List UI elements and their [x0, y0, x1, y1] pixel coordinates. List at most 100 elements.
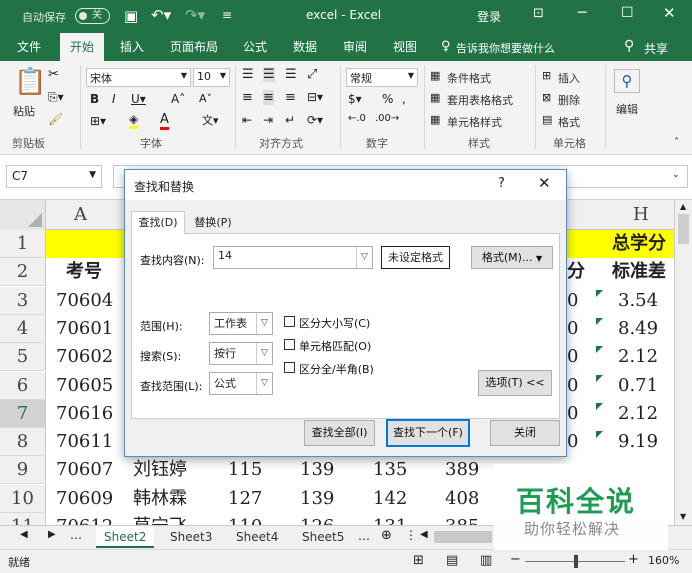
row-header[interactable]: 4: [0, 314, 46, 343]
underline-icon[interactable]: U▾: [131, 92, 146, 106]
tab-formulas[interactable]: 公式: [239, 33, 271, 61]
decrease-decimal-icon[interactable]: .00→: [375, 113, 399, 124]
tab-replace[interactable]: 替换(P): [188, 213, 238, 234]
row-header[interactable]: 2: [0, 258, 46, 287]
tab-view[interactable]: 视图: [389, 33, 421, 61]
scroll-thumb[interactable]: [678, 214, 689, 244]
sheet-tab-sheet5[interactable]: Sheet5: [294, 526, 352, 548]
find-what-input[interactable]: 14 ▽: [213, 246, 373, 269]
cell-h6[interactable]: 0.71: [618, 372, 658, 400]
fill-color-icon[interactable]: ◈: [129, 112, 139, 129]
format-painter-icon[interactable]: 🖌: [48, 112, 63, 126]
scroll-down-icon[interactable]: ▼: [680, 512, 686, 521]
conditional-format-icon[interactable]: ▦: [430, 69, 440, 82]
format-cells-button[interactable]: 格式: [558, 114, 580, 130]
cell-a7[interactable]: 70616: [56, 400, 113, 428]
row-header[interactable]: 9: [0, 456, 46, 485]
delete-cells-icon[interactable]: ⊠: [542, 91, 551, 104]
chevron-down-icon[interactable]: ▽: [256, 373, 272, 394]
align-left-icon[interactable]: ≡: [242, 90, 253, 105]
close-button[interactable]: 关闭: [490, 420, 560, 446]
cell-d11[interactable]: 126: [300, 513, 334, 525]
cell-h2[interactable]: 标准差: [612, 258, 666, 286]
cell-b9[interactable]: 刘钰婷: [133, 456, 187, 484]
orientation-icon[interactable]: ⤢: [307, 67, 317, 82]
options-button[interactable]: 选项(T) <<: [478, 370, 552, 396]
close-icon[interactable]: ✕: [663, 4, 676, 22]
row-header[interactable]: 8: [0, 428, 46, 457]
match-case-checkbox[interactable]: [284, 316, 295, 327]
save-icon[interactable]: ▣: [124, 7, 138, 25]
table-format-button[interactable]: 套用表格格式: [447, 92, 513, 108]
zoom-level[interactable]: 160%: [648, 554, 679, 567]
autosave-toggle[interactable]: 关: [75, 8, 110, 24]
expand-formula-icon[interactable]: ⌄: [672, 170, 680, 180]
cell-d10[interactable]: 139: [300, 485, 334, 513]
font-size-select[interactable]: 10 ▼: [193, 68, 230, 87]
cell-b11[interactable]: 莫宁飞: [133, 513, 187, 525]
conditional-format-button[interactable]: 条件格式: [447, 70, 491, 86]
wrap-text-icon[interactable]: ↵: [285, 113, 295, 127]
align-middle-icon[interactable]: ☰: [263, 67, 275, 82]
tab-data[interactable]: 数据: [289, 33, 321, 61]
row-header[interactable]: 6: [0, 371, 46, 400]
error-indicator[interactable]: [596, 317, 603, 325]
chevron-down-icon[interactable]: ▽: [256, 313, 272, 334]
search-icon[interactable]: ⚲: [614, 69, 640, 93]
add-sheet-icon[interactable]: ⊕: [381, 528, 392, 543]
cell-h1[interactable]: 总学分: [612, 230, 666, 258]
cell-g-partial[interactable]: 0: [567, 343, 578, 371]
insert-cells-button[interactable]: 插入: [558, 70, 580, 86]
scroll-up-icon[interactable]: ▲: [680, 202, 686, 211]
error-indicator[interactable]: [596, 431, 603, 439]
cell-c11[interactable]: 110: [228, 513, 262, 525]
row-header[interactable]: 3: [0, 286, 46, 315]
login-link[interactable]: 登录: [477, 8, 501, 25]
cell-e11[interactable]: 131: [373, 513, 407, 525]
name-box[interactable]: C7 ▼: [6, 165, 102, 188]
find-all-button[interactable]: 查找全部(I): [304, 420, 375, 446]
match-cell-label[interactable]: 单元格匹配(O): [299, 338, 371, 354]
chevron-down-icon[interactable]: ▽: [256, 343, 272, 364]
cell-c10[interactable]: 127: [228, 485, 262, 513]
sheet-tab-sheet2[interactable]: Sheet2: [96, 526, 155, 548]
undo-icon[interactable]: ↶▾: [151, 6, 171, 24]
cell-f10[interactable]: 408: [445, 485, 479, 513]
cell-a5[interactable]: 70602: [56, 343, 113, 371]
find-next-button[interactable]: 查找下一个(F): [386, 419, 470, 447]
cell-h7[interactable]: 2.12: [618, 400, 658, 428]
grow-font-icon[interactable]: A˄: [171, 92, 185, 106]
tab-home[interactable]: 开始: [60, 33, 105, 61]
cell-g2-partial[interactable]: 分: [567, 258, 585, 286]
tab-page-layout[interactable]: 页面布局: [166, 33, 222, 61]
help-button[interactable]: ?: [498, 176, 505, 191]
align-bottom-icon[interactable]: ☰: [285, 67, 297, 82]
sheet-next-icon[interactable]: ▶: [48, 529, 56, 540]
page-layout-view-icon[interactable]: ▤: [446, 553, 458, 568]
within-select[interactable]: 工作表 ▽: [209, 312, 273, 335]
accounting-format-icon[interactable]: $▾: [348, 92, 362, 106]
paste-icon[interactable]: 📋: [14, 67, 46, 97]
more-sheets-icon[interactable]: …: [358, 529, 370, 543]
row-header[interactable]: 11: [0, 513, 46, 525]
cell-f9[interactable]: 389: [445, 456, 479, 484]
shrink-font-icon[interactable]: A˅: [199, 92, 212, 105]
look-in-select[interactable]: 公式 ▽: [209, 372, 273, 395]
customize-qat-icon[interactable]: ≡: [222, 8, 232, 22]
normal-view-icon[interactable]: ⊞: [413, 553, 424, 568]
column-header-h[interactable]: H: [633, 201, 649, 229]
row-header[interactable]: 1: [0, 230, 46, 258]
match-case-label[interactable]: 区分大小写(C): [299, 315, 370, 331]
editing-button[interactable]: 编辑: [616, 101, 638, 117]
tab-find[interactable]: 查找(D): [131, 211, 185, 234]
align-top-icon[interactable]: ☰: [242, 67, 254, 82]
font-color-icon[interactable]: A: [160, 112, 169, 130]
minimize-icon[interactable]: ─: [578, 5, 586, 21]
tell-me-input[interactable]: 告诉我你想要做什么: [456, 40, 555, 56]
select-all-corner[interactable]: [0, 200, 46, 230]
chevron-down-icon[interactable]: ▽: [356, 247, 372, 268]
collapse-ribbon-icon[interactable]: ˄: [674, 137, 679, 148]
decrease-indent-icon[interactable]: ⇤: [242, 113, 252, 127]
tab-insert[interactable]: 插入: [116, 33, 148, 61]
percent-icon[interactable]: %: [382, 92, 393, 106]
